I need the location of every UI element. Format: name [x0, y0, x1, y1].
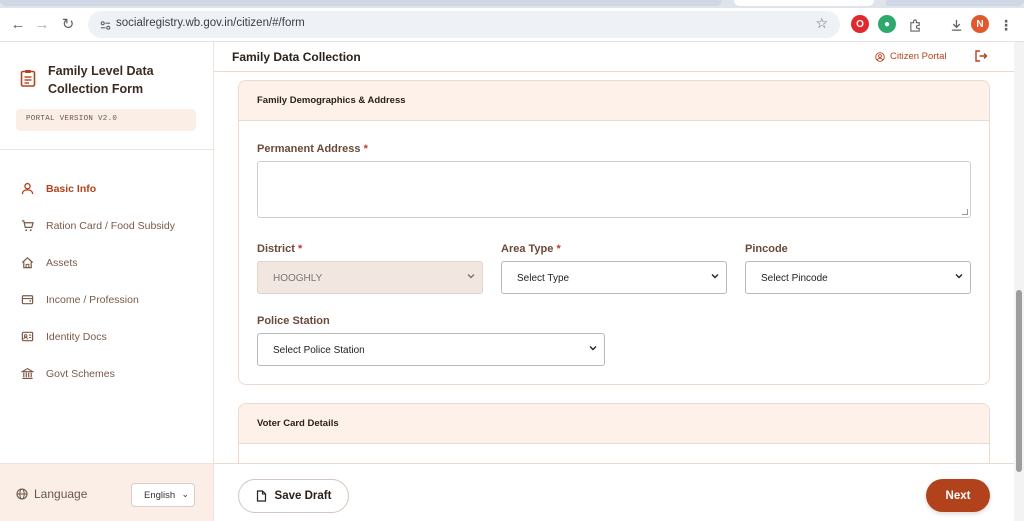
browser-tab[interactable]	[0, 0, 722, 6]
required-mark: *	[297, 243, 303, 255]
pincode-label: Pincode	[745, 243, 788, 255]
bookmark-star-icon[interactable]: ☆	[815, 15, 828, 32]
forward-icon[interactable]: →	[30, 12, 54, 36]
police-station-label: Police Station	[257, 315, 330, 327]
user-circle-icon	[875, 51, 885, 62]
home-icon	[20, 256, 34, 270]
tab-strip	[0, 0, 1024, 8]
sidebar-item-label: Ration Card / Food Subsidy	[46, 219, 175, 232]
sidebar-item-label: Identity Docs	[46, 330, 107, 343]
language-footer: Language English ⌄	[0, 463, 213, 521]
page-header: Family Data Collection Citizen Portal	[214, 42, 1014, 72]
sidebar-item-govt-schemes[interactable]: Govt Schemes	[0, 355, 213, 392]
language-label: Language	[34, 487, 88, 501]
save-draft-button[interactable]: Save Draft	[238, 479, 349, 513]
section-title: Voter Card Details	[239, 404, 989, 444]
required-mark: *	[556, 243, 561, 255]
district-label: District *	[257, 243, 302, 255]
sidebar-item-label: Govt Schemes	[46, 367, 115, 380]
language-select[interactable]: English ⌄	[131, 483, 195, 507]
sidebar-nav: Basic Info Ration Card / Food Subsidy As…	[0, 170, 213, 392]
opera-extension-icon[interactable]: O	[851, 15, 869, 33]
sidebar-item-label: Basic Info	[46, 182, 97, 195]
extensions-puzzle-icon[interactable]	[903, 13, 927, 37]
section-title: Family Demographics & Address	[239, 81, 989, 121]
address-section-card: Family Demographics & Address Permanent …	[238, 80, 990, 385]
sidebar-item-assets[interactable]: Assets	[0, 244, 213, 281]
select-value: Select Type	[517, 273, 570, 284]
sidebar-item-identity-docs[interactable]: Identity Docs	[0, 318, 213, 355]
document-icon	[256, 490, 266, 502]
brand-title: Family Level Data Collection Form	[48, 64, 154, 96]
district-select[interactable]: HOOGHLY	[257, 261, 483, 294]
save-draft-label: Save Draft	[274, 490, 332, 502]
sidebar-item-label: Assets	[46, 256, 78, 269]
label-text: Permanent Address	[257, 143, 361, 155]
download-icon[interactable]	[944, 13, 968, 37]
profile-avatar[interactable]: N	[971, 15, 989, 33]
url-text[interactable]: socialregistry.wb.gov.in/citizen/#/form	[116, 17, 305, 29]
sidebar-item-basic-info[interactable]: Basic Info	[0, 170, 213, 207]
browser-tab-active[interactable]	[734, 0, 874, 6]
label-text: Pincode	[745, 243, 788, 255]
clipboard-icon	[20, 70, 36, 87]
extension-icon[interactable]: ●	[878, 15, 896, 33]
sidebar-item-ration-card[interactable]: Ration Card / Food Subsidy	[0, 207, 213, 244]
globe-icon	[16, 488, 28, 500]
required-mark: *	[363, 143, 368, 155]
reload-icon[interactable]: ↻	[56, 12, 80, 36]
logout-icon[interactable]	[974, 49, 988, 63]
sidebar-item-label: Income / Profession	[46, 293, 139, 306]
page-scrollbar[interactable]	[1014, 42, 1024, 521]
back-icon[interactable]: ←	[6, 12, 30, 36]
permanent-address-textarea[interactable]	[257, 161, 971, 218]
label-text: Area Type	[501, 243, 554, 255]
label-text: Police Station	[257, 315, 330, 327]
permanent-address-label: Permanent Address *	[257, 143, 368, 155]
label-text: District	[257, 243, 295, 255]
sidebar-item-income[interactable]: Income / Profession	[0, 281, 213, 318]
cart-icon	[20, 219, 34, 233]
wallet-icon	[20, 293, 34, 307]
chevron-down-icon	[955, 274, 963, 279]
next-label: Next	[945, 489, 971, 502]
chevron-down-icon	[711, 274, 719, 279]
area-type-label: Area Type *	[501, 243, 561, 255]
browser-menu-icon[interactable]: ⋮	[994, 13, 1018, 37]
id-card-icon	[20, 330, 34, 344]
page-title: Family Data Collection	[232, 50, 361, 64]
sidebar: Family Level Data Collection Form PORTAL…	[0, 42, 214, 521]
citizen-portal-link[interactable]: Citizen Portal	[875, 51, 947, 62]
language-select-value: English	[144, 490, 176, 501]
site-info-icon[interactable]	[96, 16, 114, 34]
select-value: HOOGHLY	[273, 273, 323, 284]
main-content: Family Data Collection Citizen Portal Fa…	[214, 42, 1014, 521]
chevron-down-icon: ⌄	[181, 489, 189, 499]
browser-toolbar: ← → ↻ socialregistry.wb.gov.in/citizen/#…	[0, 8, 1024, 42]
version-badge: PORTAL VERSION V2.0	[16, 109, 196, 131]
next-button[interactable]: Next	[926, 479, 990, 512]
area-type-select[interactable]: Select Type	[501, 261, 727, 294]
select-value: Select Police Station	[273, 345, 365, 356]
police-station-select[interactable]: Select Police Station	[257, 333, 605, 366]
divider	[0, 149, 213, 150]
resize-grip-icon[interactable]	[962, 209, 968, 215]
citizen-portal-label: Citizen Portal	[890, 51, 947, 62]
bank-icon	[20, 367, 34, 381]
select-value: Select Pincode	[761, 273, 828, 284]
user-icon	[20, 182, 34, 196]
chevron-down-icon	[589, 346, 597, 351]
browser-tab[interactable]	[886, 0, 1024, 6]
pincode-select[interactable]: Select Pincode	[745, 261, 971, 294]
chevron-down-icon	[467, 274, 475, 279]
scrollbar-thumb[interactable]	[1016, 290, 1022, 472]
address-bar[interactable]: socialregistry.wb.gov.in/citizen/#/form …	[88, 11, 840, 38]
action-bar: Save Draft Next	[214, 463, 1014, 521]
